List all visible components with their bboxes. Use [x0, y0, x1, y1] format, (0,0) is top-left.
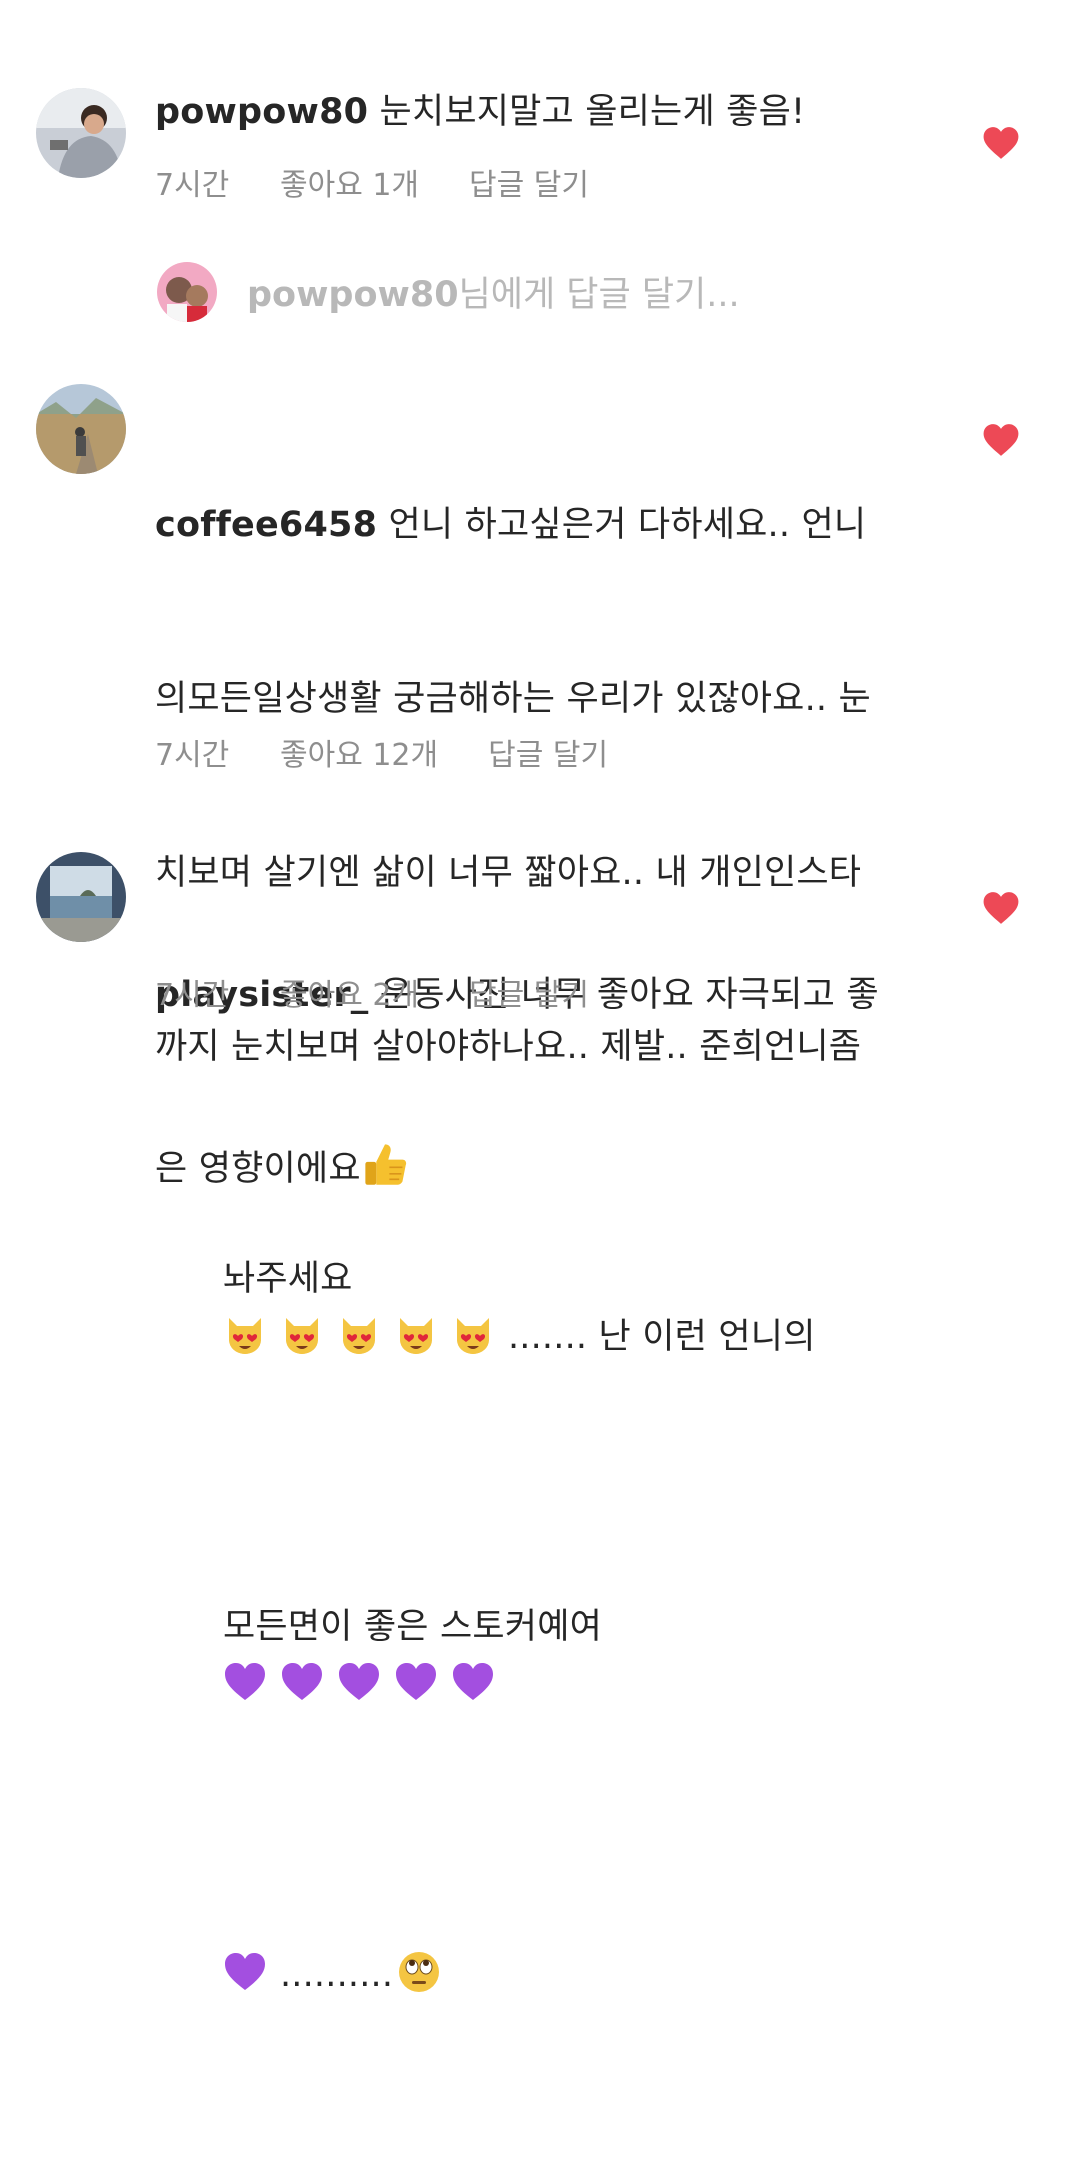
avatar[interactable] — [36, 88, 126, 178]
thumbs-up-emoji — [361, 1140, 409, 1188]
comment-text: powpow80 눈치보지말고 올리는게 좋음! — [155, 83, 935, 141]
comment-meta: 7시간 좋아요 1개 답글 달기 — [155, 160, 589, 204]
username[interactable]: coffee6458 — [155, 505, 377, 545]
heart-eyes-cat-emoji — [280, 1312, 324, 1356]
avatar[interactable] — [36, 852, 126, 942]
comment-body: 눈치보지말고 올리는게 좋음! — [368, 92, 806, 132]
comment-time: 7시간 — [155, 738, 230, 773]
heart-eyes-cat-emoji — [337, 1312, 381, 1356]
reply-placeholder-user: powpow80 — [247, 275, 459, 315]
reply-placeholder[interactable]: powpow80님에게 답글 달기... — [247, 266, 740, 317]
avatar[interactable] — [36, 384, 126, 474]
purple-heart-emoji — [223, 1950, 267, 1994]
comment-line: ....... 난 이런 언니의 — [507, 1317, 816, 1357]
heart-icon[interactable] — [982, 125, 1020, 161]
purple-heart-emoji — [394, 1660, 438, 1704]
comment-line: .......... — [279, 1955, 394, 1995]
heart-eyes-cat-emoji — [394, 1312, 438, 1356]
reply-input[interactable]: powpow80님에게 답글 달기... — [0, 262, 1080, 322]
comment-line: 은 영향이에요 — [155, 1149, 361, 1189]
reply-placeholder-suffix: 님에게 답글 달기... — [458, 275, 740, 315]
likes-count[interactable]: 좋아요 12개 — [280, 730, 438, 774]
likes-count[interactable]: 좋아요 1개 — [280, 160, 419, 204]
reply-button[interactable]: 답글 달기 — [469, 970, 589, 1014]
purple-heart-emoji — [223, 1660, 267, 1704]
username[interactable]: powpow80 — [155, 92, 368, 132]
comment-line: 언니 하고싶은거 다하세요.. 언니 — [377, 505, 867, 545]
comment-meta: 7시간 좋아요 12개 답글 달기 — [155, 730, 608, 774]
likes-count[interactable]: 좋아요 2개 — [280, 970, 419, 1014]
purple-heart-emoji — [280, 1660, 324, 1704]
comment-line: 의모든일상생활 궁금해하는 우리가 있잖아요.. 눈 — [155, 679, 871, 719]
comment-meta: 7시간 좋아요 2개 답글 달기 — [155, 970, 589, 1014]
comment-time: 7시간 — [155, 168, 230, 203]
purple-heart-emoji — [337, 1660, 381, 1704]
heart-icon[interactable] — [982, 890, 1020, 926]
comment-time: 7시간 — [155, 978, 230, 1013]
rolling-eyes-emoji — [397, 1950, 441, 1994]
heart-eyes-cat-emoji — [451, 1312, 495, 1356]
purple-heart-emoji — [451, 1660, 495, 1704]
heart-eyes-cat-emoji — [223, 1312, 267, 1356]
comment-line: 모든면이 좋은 스토커예여 — [222, 1607, 614, 1647]
reply-button[interactable]: 답글 달기 — [488, 730, 608, 774]
avatar — [157, 262, 217, 322]
reply-button[interactable]: 답글 달기 — [469, 160, 589, 204]
comment-text: playsister_ 운동사진 너무 좋아요 자극되고 좋 은 영향이에요 — [155, 850, 935, 1314]
heart-icon[interactable] — [982, 422, 1020, 458]
